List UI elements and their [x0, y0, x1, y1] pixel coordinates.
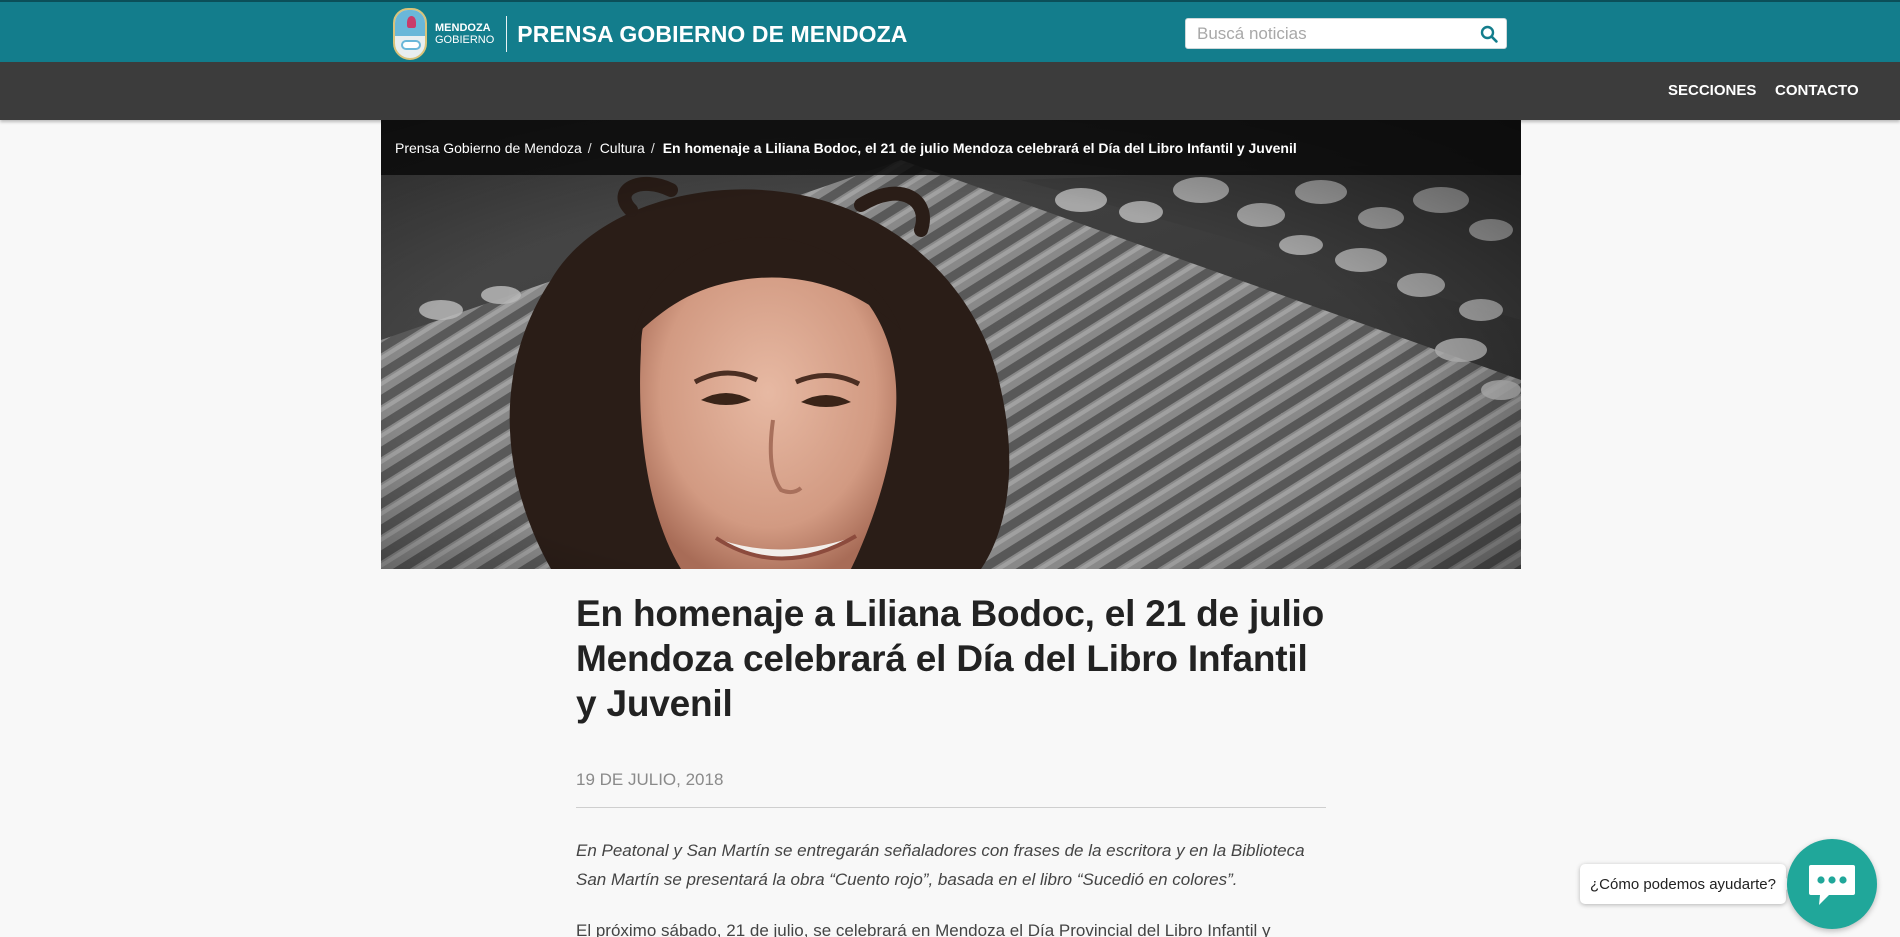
- article-headline: En homenaje a Liliana Bodoc, el 21 de ju…: [576, 593, 1325, 724]
- site-title[interactable]: PRENSA GOBIERNO DE MENDOZA: [517, 21, 907, 48]
- logo-line2: GOBIERNO: [435, 33, 495, 46]
- search-input[interactable]: [1186, 19, 1471, 48]
- logo-text: MENDOZA GOBIERNO: [435, 21, 495, 46]
- breadcrumb-separator: /: [650, 139, 655, 156]
- article: En homenaje a Liliana Bodoc, el 21 de ju…: [576, 569, 1326, 937]
- article-body-paragraph: El próximo sábado, 21 de julio, se celeb…: [576, 921, 1271, 937]
- article-date: 19 DE JULIO, 2018: [576, 770, 1326, 808]
- site-logo[interactable]: MENDOZA GOBIERNO PRENSA GOBIERNO DE MEND…: [393, 8, 908, 60]
- hero-image: Prensa Gobierno de Mendoza / Cultura / E…: [381, 120, 1521, 569]
- search-icon[interactable]: [1480, 25, 1498, 43]
- nav-contacto[interactable]: CONTACTO: [1775, 82, 1859, 99]
- chat-bubble-icon: [1809, 865, 1855, 905]
- author-photo: [381, 120, 1521, 569]
- search-box: [1185, 18, 1507, 49]
- chat-tooltip[interactable]: ¿Cómo podemos ayudarte?: [1580, 864, 1793, 904]
- top-header: MENDOZA GOBIERNO PRENSA GOBIERNO DE MEND…: [0, 0, 1900, 62]
- nav-secciones[interactable]: SECCIONES: [1668, 82, 1756, 99]
- breadcrumb-home[interactable]: Prensa Gobierno de Mendoza: [395, 140, 582, 156]
- chat-button[interactable]: [1787, 839, 1877, 929]
- logo-line1: MENDOZA: [435, 21, 491, 34]
- breadcrumb: Prensa Gobierno de Mendoza / Cultura / E…: [381, 120, 1521, 175]
- breadcrumb-category[interactable]: Cultura: [600, 140, 645, 156]
- mendoza-shield-icon: [393, 8, 427, 60]
- main-nav: SECCIONES CONTACTO: [0, 62, 1900, 120]
- logo-divider: [506, 16, 508, 52]
- article-lead: En Peatonal y San Martín se entregarán s…: [576, 841, 1305, 889]
- breadcrumb-separator: /: [587, 139, 592, 156]
- breadcrumb-current: En homenaje a Liliana Bodoc, el 21 de ju…: [662, 139, 1297, 156]
